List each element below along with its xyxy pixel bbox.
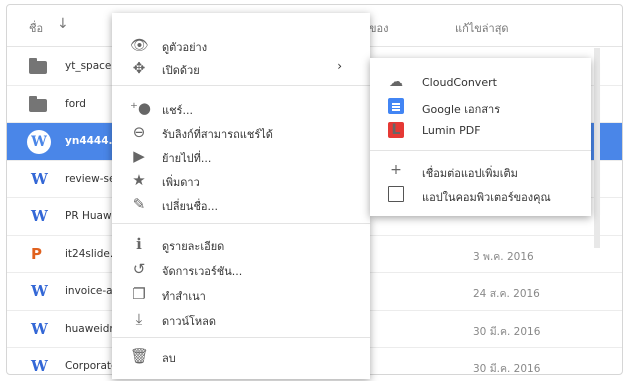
menu-item-label: ดูรายละเอียด [162,240,225,253]
column-header-name[interactable]: ชื่อ [29,19,43,37]
submenu-item-computer-apps[interactable]: แอปในคอมพิวเตอร์ของคุณ [370,182,591,206]
menu-divider [112,223,370,224]
submenu-item-label: CloudConvert [422,76,497,89]
vertical-scrollbar[interactable] [594,48,600,248]
word-doc-icon: W [31,169,48,188]
trash-icon: 🗑 [130,347,150,365]
download-icon: ⤓ [135,310,143,328]
column-header-owner[interactable]: ของ [369,19,389,37]
menu-item-star[interactable]: ★ เพิ่มดาว [112,168,370,192]
open-with-icon: ✥ [132,59,146,77]
file-name: yt_space [65,60,112,72]
word-doc-icon: W [31,319,48,338]
powerpoint-icon: P [31,244,42,263]
submenu-item-connect-apps[interactable]: + เชื่อมต่อแอปเพิ่มเติม [370,158,591,182]
copy-icon: ❐ [132,285,146,303]
file-modified-date: 30 มี.ค. 2016 [473,363,541,375]
move-folder-icon: ▶ [133,147,145,165]
word-doc-icon: W [31,207,48,225]
menu-item-delete[interactable]: 🗑 ลบ [112,344,370,368]
menu-divider [112,85,370,86]
menu-item-open-with[interactable]: ✥ เปิดด้วย › [112,56,370,80]
history-icon: ↺ [132,260,146,278]
menu-item-rename[interactable]: ✎ เปลี่ยนชื่อ... [112,192,370,216]
menu-item-label: ย้ายไปที่... [162,152,212,165]
submenu-item-label: Lumin PDF [422,124,481,137]
info-icon: ℹ [136,235,142,253]
share-person-icon: ⁺● [130,99,152,117]
lumin-pdf-icon: L [388,122,404,138]
star-icon: ★ [132,171,146,189]
menu-item-label: เปิดด้วย [162,64,200,77]
menu-item-share[interactable]: ⁺● แชร์... [112,96,370,120]
menu-item-details[interactable]: ℹ ดูรายละเอียด [112,232,370,256]
menu-item-versions[interactable]: ↺ จัดการเวอร์ชัน... [112,257,370,281]
file-modified-date: 24 ส.ค. 2016 [473,288,540,300]
submenu-item-cloudconvert[interactable]: ☁ CloudConvert [370,70,591,94]
submenu-arrow-icon: › [337,59,342,73]
menu-item-label: ลบ [162,352,176,365]
menu-item-label: เพิ่มดาว [162,176,200,189]
submenu-item-label: แอปในคอมพิวเตอร์ของคุณ [422,191,551,204]
menu-item-copy[interactable]: ❐ ทำสำเนา [112,282,370,306]
menu-item-label: ดูตัวอย่าง [162,41,208,54]
context-menu: 👁 ดูตัวอย่าง ✥ เปิดด้วย › ⁺● แชร์... ⊖ ร… [112,13,370,379]
column-header-modified[interactable]: แก้ไขล่าสุด [455,19,509,37]
submenu-item-lumin-pdf[interactable]: L Lumin PDF [370,118,591,142]
menu-item-label: ดาวน์โหลด [162,315,217,328]
file-name: it24slide. [65,247,114,260]
menu-item-label: แชร์... [162,104,193,117]
submenu-divider [370,150,591,151]
menu-item-label: เปลี่ยนชื่อ... [162,200,219,213]
menu-divider [112,337,370,338]
submenu-item-label: Google เอกสาร [422,103,501,116]
menu-item-preview[interactable]: 👁 ดูตัวอย่าง [112,33,370,57]
plus-icon: + [390,162,402,178]
word-doc-icon: W [31,357,48,375]
file-name: ford [65,97,86,110]
menu-item-label: รับลิงก์ที่สามารถแชร์ได้ [162,128,273,141]
word-doc-icon: W [27,130,51,154]
file-name: Corporate [65,360,118,372]
submenu-item-google-docs[interactable]: Google เอกสาร [370,94,591,118]
word-doc-icon: W [31,282,48,300]
folder-icon [29,95,47,112]
rename-icon: ✎ [132,195,146,213]
open-with-submenu: ☁ CloudConvert Google เอกสาร L Lumin PDF… [370,58,591,216]
file-name: PR Huawe [65,210,118,222]
sort-arrow-down-icon[interactable]: ↓ [57,16,69,32]
menu-item-label: ทำสำเนา [162,290,206,303]
link-icon: ⊖ [132,123,146,141]
file-modified-date: 3 พ.ค. 2016 [473,250,534,263]
eye-icon: 👁 [130,36,150,54]
submenu-item-label: เชื่อมต่อแอปเพิ่มเติม [422,167,518,180]
file-modified-date: 30 มี.ค. 2016 [473,325,541,338]
menu-item-move[interactable]: ▶ ย้ายไปที่... [112,144,370,168]
file-name: review-se [65,172,116,185]
file-name: invoice-a [65,285,113,297]
cloudconvert-icon: ☁ [389,74,403,90]
menu-item-get-link[interactable]: ⊖ รับลิงก์ที่สามารถแชร์ได้ [112,120,370,144]
menu-item-label: จัดการเวอร์ชัน... [162,265,243,278]
laptop-icon [388,186,404,202]
menu-item-download[interactable]: ⤓ ดาวน์โหลด [112,307,370,331]
folder-icon [29,58,47,74]
google-docs-icon [388,98,404,114]
